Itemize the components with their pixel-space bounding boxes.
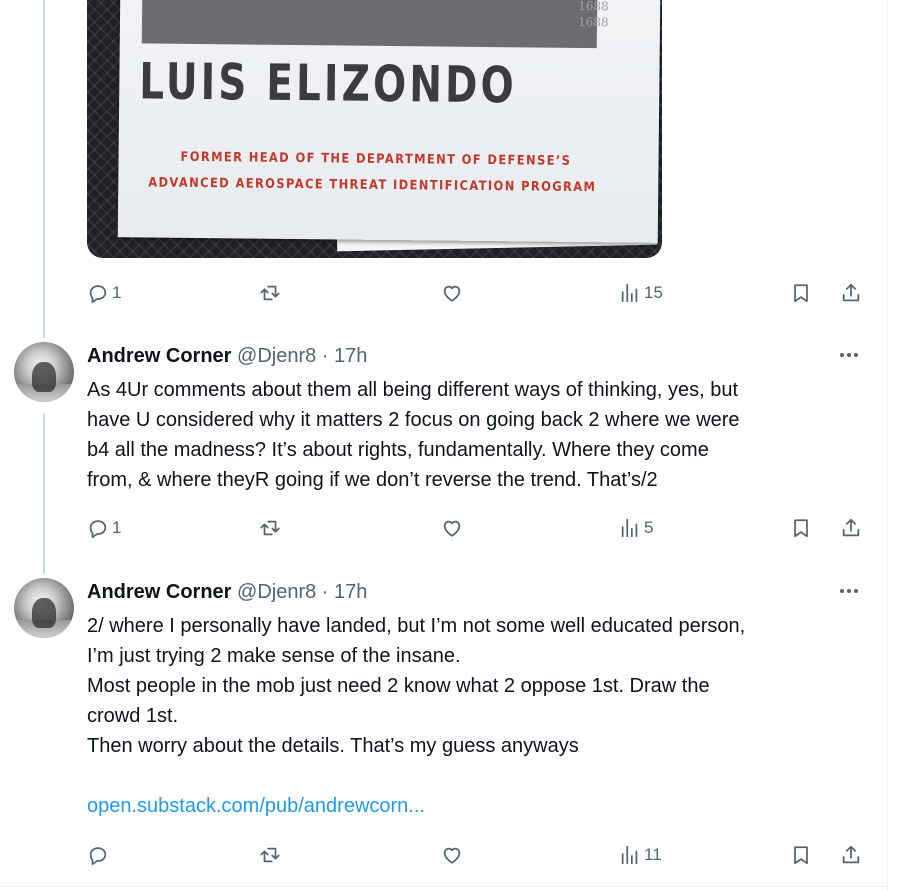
- views-button[interactable]: 11: [619, 840, 662, 870]
- views-count: 15: [644, 283, 663, 302]
- tweet-action-bar: 1 15: [87, 278, 877, 308]
- reply-icon: [89, 285, 107, 304]
- share-button[interactable]: [840, 840, 862, 870]
- views-count: 11: [644, 845, 662, 864]
- repost-button[interactable]: [259, 840, 281, 870]
- tweet-text-line: As 4Ur comments about them all being dif…: [87, 379, 739, 401]
- tweet-text-line: b4 all the madness? It’s about rights, f…: [87, 439, 709, 461]
- tweet-text: As 4Ur comments about them all being dif…: [87, 375, 867, 495]
- reply-icon: [89, 847, 107, 866]
- more-dot: [854, 353, 858, 357]
- heart-icon: [443, 847, 461, 864]
- share-button[interactable]: [840, 513, 862, 543]
- author-name[interactable]: Andrew Corner: [87, 345, 231, 367]
- reply-button[interactable]: 1: [87, 513, 121, 543]
- tweet-text-line: have U considered why it matters 2 focus…: [87, 409, 740, 431]
- thread-line: [43, 0, 45, 338]
- reply-button[interactable]: [87, 840, 112, 870]
- reply-count: 1: [112, 518, 122, 537]
- book-cover: 1688 1688 LUIS ELIZONDO FORMER HEAD OF T…: [117, 0, 661, 243]
- bookmark-icon: [794, 284, 808, 303]
- book-cover-number: 1688: [577, 14, 609, 30]
- more-options-button[interactable]: [838, 344, 862, 364]
- reply-button[interactable]: 1: [87, 278, 121, 308]
- tweet[interactable]: Andrew Corner @Djenr8 · 17h 2/ where I p…: [0, 574, 887, 886]
- author-handle-time[interactable]: @Djenr8 · 17h: [237, 581, 367, 603]
- repost-icon: [260, 285, 280, 301]
- tweet-text-line: Then worry about the details. That’s my …: [87, 735, 579, 757]
- more-dot: [840, 589, 844, 593]
- heart-icon: [443, 520, 461, 537]
- share-icon: [842, 283, 860, 302]
- tweet-text: 2/ where I personally have landed, but I…: [87, 611, 867, 761]
- bookmark-button[interactable]: [790, 513, 812, 543]
- repost-icon: [260, 520, 280, 536]
- reply-count: 1: [112, 283, 122, 302]
- bar-chart-icon: [621, 845, 638, 865]
- bar-chart-icon: [621, 518, 638, 538]
- tweet[interactable]: Andrew Corner @Djenr8 · 17h As 4Ur comme…: [0, 338, 887, 558]
- like-button[interactable]: [441, 513, 463, 543]
- avatar-figure: [32, 598, 56, 628]
- more-dot: [847, 353, 851, 357]
- tweet-link[interactable]: open.substack.com/pub/andrewcorn...: [87, 791, 425, 821]
- heart-icon: [443, 285, 461, 302]
- tweet-text-line: I’m just trying 2 make sense of the insa…: [87, 645, 461, 667]
- views-count: 5: [644, 518, 654, 537]
- book-cover-photo-strip: [141, 0, 598, 49]
- book-cover-number: 1688: [578, 0, 609, 14]
- bookmark-icon: [794, 846, 808, 865]
- repost-button[interactable]: [259, 278, 281, 308]
- avatar[interactable]: [14, 578, 74, 638]
- tweet-action-bar: 1 5: [87, 513, 877, 543]
- book-subtitle-line: FORMER HEAD OF THE DEPARTMENT OF DEFENSE…: [180, 149, 572, 169]
- book-author-name: LUIS ELIZONDO: [139, 52, 518, 115]
- share-button[interactable]: [840, 278, 862, 308]
- share-icon: [842, 845, 860, 864]
- like-button[interactable]: [441, 840, 463, 870]
- bookmark-button[interactable]: [790, 840, 812, 870]
- like-button[interactable]: [441, 278, 463, 308]
- bookmark-button[interactable]: [790, 278, 812, 308]
- tweet-text-line: Most people in the mob just need 2 know …: [87, 675, 710, 697]
- timeline-divider: [0, 886, 887, 887]
- more-options-button[interactable]: [838, 580, 862, 600]
- tweet-text-line: from, & where theyR going if we don’t re…: [87, 469, 658, 491]
- views-button[interactable]: 5: [619, 513, 653, 543]
- column-border: [887, 0, 888, 890]
- tweet-media-image[interactable]: 1688 1688 LUIS ELIZONDO FORMER HEAD OF T…: [87, 0, 662, 258]
- avatar[interactable]: [14, 342, 74, 402]
- bookmark-icon: [794, 519, 808, 538]
- repost-icon: [260, 847, 280, 863]
- tweet-header: Andrew Corner @Djenr8 · 17h: [87, 580, 367, 604]
- share-icon: [842, 518, 860, 537]
- bar-chart-icon: [621, 283, 638, 303]
- repost-button[interactable]: [259, 513, 281, 543]
- avatar-figure: [32, 362, 56, 392]
- views-button[interactable]: 15: [619, 278, 663, 308]
- tweet-action-bar: 11: [87, 840, 877, 870]
- tweet-text-line: 2/ where I personally have landed, but I…: [87, 615, 746, 637]
- author-handle-time[interactable]: @Djenr8 · 17h: [237, 345, 367, 367]
- tweet-header: Andrew Corner @Djenr8 · 17h: [87, 344, 367, 368]
- book-subtitle-line: ADVANCED AEROSPACE THREAT IDENTIFICATION…: [148, 175, 597, 196]
- author-name[interactable]: Andrew Corner: [87, 581, 231, 603]
- more-dot: [840, 353, 844, 357]
- more-dot: [854, 589, 858, 593]
- reply-icon: [89, 520, 107, 539]
- tweet-text-line: crowd 1st.: [87, 705, 179, 727]
- more-dot: [847, 589, 851, 593]
